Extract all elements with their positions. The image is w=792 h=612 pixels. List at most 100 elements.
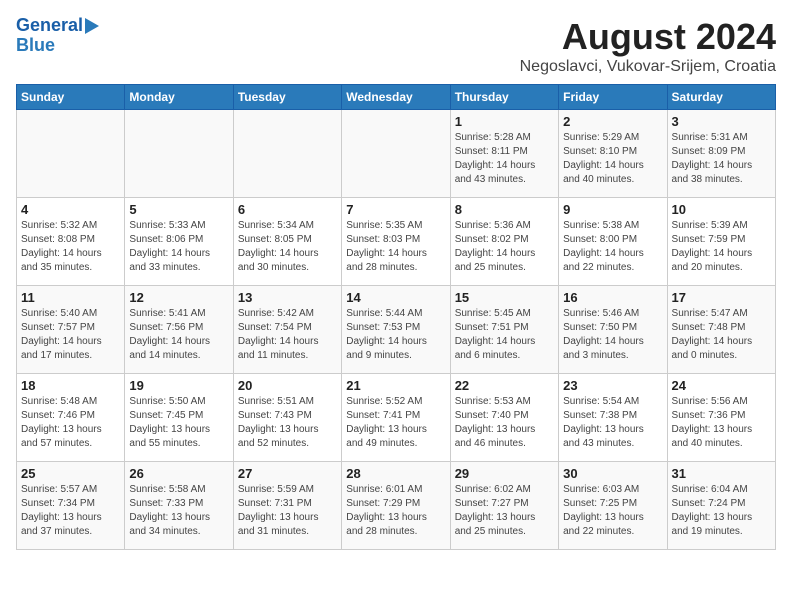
cell-content: Sunrise: 5:32 AM Sunset: 8:08 PM Dayligh…	[21, 219, 120, 275]
page-subtitle: Negoslavci, Vukovar-Srijem, Croatia	[520, 58, 776, 76]
day-number: 20	[238, 378, 337, 393]
day-number: 21	[346, 378, 445, 393]
calendar-cell: 8 Sunrise: 5:36 AM Sunset: 8:02 PM Daylig…	[450, 198, 558, 286]
cell-content: Sunrise: 5:57 AM Sunset: 7:34 PM Dayligh…	[21, 483, 120, 539]
cell-content: Sunrise: 5:51 AM Sunset: 7:43 PM Dayligh…	[238, 395, 337, 451]
cell-content: Sunrise: 5:38 AM Sunset: 8:00 PM Dayligh…	[563, 219, 662, 275]
day-number: 22	[455, 378, 554, 393]
page-title: August 2024	[520, 16, 776, 58]
calendar-cell: 20 Sunrise: 5:51 AM Sunset: 7:43 PM Dayli…	[233, 374, 341, 462]
cell-content: Sunrise: 5:54 AM Sunset: 7:38 PM Dayligh…	[563, 395, 662, 451]
day-number: 9	[563, 202, 662, 217]
logo-text2: Blue	[16, 36, 55, 56]
day-number: 25	[21, 466, 120, 481]
day-number: 26	[129, 466, 228, 481]
calendar-cell: 18Sunrise: 5:48 AM Sunset: 7:46 PM Dayli…	[17, 374, 125, 462]
day-number: 5	[129, 202, 228, 217]
day-number: 8	[455, 202, 554, 217]
day-number: 4	[21, 202, 120, 217]
day-number: 30	[563, 466, 662, 481]
calendar-cell: 29 Sunrise: 6:02 AM Sunset: 7:27 PM Dayli…	[450, 462, 558, 550]
calendar-cell: 24Sunrise: 5:56 AM Sunset: 7:36 PM Dayli…	[667, 374, 775, 462]
calendar-cell: 9 Sunrise: 5:38 AM Sunset: 8:00 PM Daylig…	[559, 198, 667, 286]
day-number: 17	[672, 290, 771, 305]
cell-content: Sunrise: 5:31 AM Sunset: 8:09 PM Dayligh…	[672, 131, 771, 187]
calendar-body: 1 Sunrise: 5:28 AM Sunset: 8:11 PM Daylig…	[17, 110, 776, 550]
day-number: 13	[238, 290, 337, 305]
cell-content: Sunrise: 5:36 AM Sunset: 8:02 PM Dayligh…	[455, 219, 554, 275]
calendar-cell: 1 Sunrise: 5:28 AM Sunset: 8:11 PM Daylig…	[450, 110, 558, 198]
cell-content: Sunrise: 5:33 AM Sunset: 8:06 PM Dayligh…	[129, 219, 228, 275]
calendar-week-1: 1 Sunrise: 5:28 AM Sunset: 8:11 PM Daylig…	[17, 110, 776, 198]
cell-content: Sunrise: 5:44 AM Sunset: 7:53 PM Dayligh…	[346, 307, 445, 363]
calendar-cell: 2 Sunrise: 5:29 AM Sunset: 8:10 PM Daylig…	[559, 110, 667, 198]
cell-content: Sunrise: 5:29 AM Sunset: 8:10 PM Dayligh…	[563, 131, 662, 187]
cell-content: Sunrise: 5:39 AM Sunset: 7:59 PM Dayligh…	[672, 219, 771, 275]
day-number: 6	[238, 202, 337, 217]
cell-content: Sunrise: 5:28 AM Sunset: 8:11 PM Dayligh…	[455, 131, 554, 187]
title-block: August 2024 Negoslavci, Vukovar-Srijem, …	[520, 16, 776, 76]
calendar-week-5: 25 Sunrise: 5:57 AM Sunset: 7:34 PM Dayli…	[17, 462, 776, 550]
header-day-monday: Monday	[125, 85, 233, 110]
day-number: 10	[672, 202, 771, 217]
day-number: 7	[346, 202, 445, 217]
day-number: 29	[455, 466, 554, 481]
calendar-cell: 16 Sunrise: 5:46 AM Sunset: 7:50 PM Dayli…	[559, 286, 667, 374]
calendar-cell: 5 Sunrise: 5:33 AM Sunset: 8:06 PM Daylig…	[125, 198, 233, 286]
day-number: 2	[563, 114, 662, 129]
day-number: 16	[563, 290, 662, 305]
day-number: 12	[129, 290, 228, 305]
cell-content: Sunrise: 5:40 AM Sunset: 7:57 PM Dayligh…	[21, 307, 120, 363]
calendar-cell: 30Sunrise: 6:03 AM Sunset: 7:25 PM Dayli…	[559, 462, 667, 550]
calendar-cell: 23 Sunrise: 5:54 AM Sunset: 7:38 PM Dayli…	[559, 374, 667, 462]
calendar-cell: 11 Sunrise: 5:40 AM Sunset: 7:57 PM Dayli…	[17, 286, 125, 374]
page-header: General Blue August 2024 Negoslavci, Vuk…	[16, 16, 776, 76]
calendar-cell: 27 Sunrise: 5:59 AM Sunset: 7:31 PM Dayli…	[233, 462, 341, 550]
day-number: 18	[21, 378, 120, 393]
cell-content: Sunrise: 5:35 AM Sunset: 8:03 PM Dayligh…	[346, 219, 445, 275]
cell-content: Sunrise: 5:59 AM Sunset: 7:31 PM Dayligh…	[238, 483, 337, 539]
calendar-week-4: 18Sunrise: 5:48 AM Sunset: 7:46 PM Dayli…	[17, 374, 776, 462]
cell-content: Sunrise: 5:46 AM Sunset: 7:50 PM Dayligh…	[563, 307, 662, 363]
calendar-cell: 26Sunrise: 5:58 AM Sunset: 7:33 PM Dayli…	[125, 462, 233, 550]
day-number: 1	[455, 114, 554, 129]
day-number: 23	[563, 378, 662, 393]
day-number: 3	[672, 114, 771, 129]
cell-content: Sunrise: 5:47 AM Sunset: 7:48 PM Dayligh…	[672, 307, 771, 363]
calendar-cell: 28Sunrise: 6:01 AM Sunset: 7:29 PM Dayli…	[342, 462, 450, 550]
calendar-cell: 12 Sunrise: 5:41 AM Sunset: 7:56 PM Dayli…	[125, 286, 233, 374]
cell-content: Sunrise: 5:41 AM Sunset: 7:56 PM Dayligh…	[129, 307, 228, 363]
calendar-cell: 25 Sunrise: 5:57 AM Sunset: 7:34 PM Dayli…	[17, 462, 125, 550]
cell-content: Sunrise: 6:02 AM Sunset: 7:27 PM Dayligh…	[455, 483, 554, 539]
calendar-cell: 4 Sunrise: 5:32 AM Sunset: 8:08 PM Daylig…	[17, 198, 125, 286]
calendar-cell: 10 Sunrise: 5:39 AM Sunset: 7:59 PM Dayli…	[667, 198, 775, 286]
cell-content: Sunrise: 5:56 AM Sunset: 7:36 PM Dayligh…	[672, 395, 771, 451]
calendar-cell: 15 Sunrise: 5:45 AM Sunset: 7:51 PM Dayli…	[450, 286, 558, 374]
header-row: SundayMondayTuesdayWednesdayThursdayFrid…	[17, 85, 776, 110]
day-number: 31	[672, 466, 771, 481]
day-number: 14	[346, 290, 445, 305]
calendar-cell: 14 Sunrise: 5:44 AM Sunset: 7:53 PM Dayli…	[342, 286, 450, 374]
day-number: 27	[238, 466, 337, 481]
calendar-cell: 13Sunrise: 5:42 AM Sunset: 7:54 PM Dayli…	[233, 286, 341, 374]
day-number: 15	[455, 290, 554, 305]
header-day-thursday: Thursday	[450, 85, 558, 110]
calendar-cell: 17 Sunrise: 5:47 AM Sunset: 7:48 PM Dayli…	[667, 286, 775, 374]
logo: General Blue	[16, 16, 99, 56]
calendar-cell: 6 Sunrise: 5:34 AM Sunset: 8:05 PM Daylig…	[233, 198, 341, 286]
calendar-table: SundayMondayTuesdayWednesdayThursdayFrid…	[16, 84, 776, 550]
day-number: 11	[21, 290, 120, 305]
calendar-cell	[233, 110, 341, 198]
cell-content: Sunrise: 5:52 AM Sunset: 7:41 PM Dayligh…	[346, 395, 445, 451]
calendar-week-3: 11 Sunrise: 5:40 AM Sunset: 7:57 PM Dayli…	[17, 286, 776, 374]
cell-content: Sunrise: 5:45 AM Sunset: 7:51 PM Dayligh…	[455, 307, 554, 363]
cell-content: Sunrise: 5:34 AM Sunset: 8:05 PM Dayligh…	[238, 219, 337, 275]
header-day-sunday: Sunday	[17, 85, 125, 110]
header-day-tuesday: Tuesday	[233, 85, 341, 110]
header-day-friday: Friday	[559, 85, 667, 110]
cell-content: Sunrise: 5:53 AM Sunset: 7:40 PM Dayligh…	[455, 395, 554, 451]
calendar-cell	[17, 110, 125, 198]
cell-content: Sunrise: 6:04 AM Sunset: 7:24 PM Dayligh…	[672, 483, 771, 539]
header-day-saturday: Saturday	[667, 85, 775, 110]
calendar-cell: 31 Sunrise: 6:04 AM Sunset: 7:24 PM Dayli…	[667, 462, 775, 550]
